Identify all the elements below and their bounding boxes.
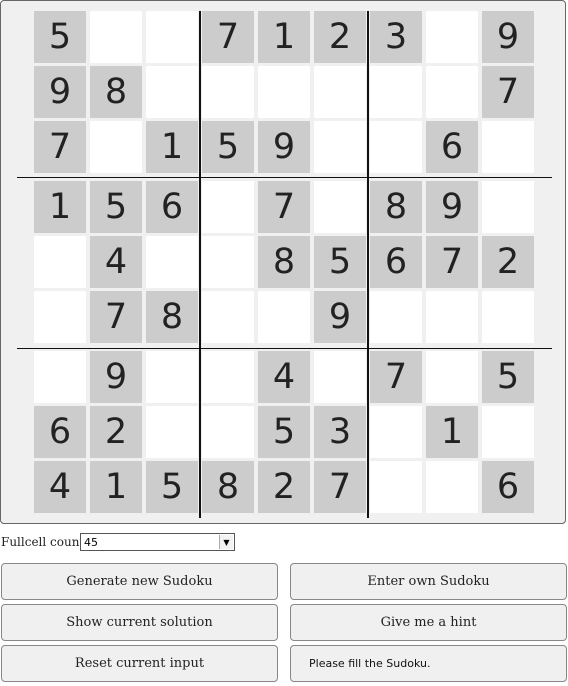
sudoku-cell-r8-c4[interactable] <box>202 406 254 458</box>
sudoku-cell-r2-c1: 9 <box>34 66 86 118</box>
fullcell-count-select[interactable]: 45 ▼ <box>80 533 235 551</box>
sudoku-cell-r5-c2: 4 <box>90 236 142 288</box>
fullcell-count-value: 45 <box>84 536 98 549</box>
fullcell-count-label: Fullcell count: <box>1 535 89 549</box>
sudoku-cell-r7-c3[interactable] <box>146 351 198 403</box>
sudoku-cell-r6-c1[interactable] <box>34 291 86 343</box>
sudoku-cell-r7-c1[interactable] <box>34 351 86 403</box>
sudoku-cell-r6-c8[interactable] <box>426 291 478 343</box>
sudoku-cell-r5-c6: 5 <box>314 236 366 288</box>
sudoku-cell-r3-c3: 1 <box>146 121 198 173</box>
sudoku-cell-r6-c9[interactable] <box>482 291 534 343</box>
sudoku-cell-r4-c7: 8 <box>370 181 422 233</box>
sudoku-cell-r8-c9[interactable] <box>482 406 534 458</box>
sudoku-cell-r4-c5: 7 <box>258 181 310 233</box>
sudoku-cell-r1-c3[interactable] <box>146 11 198 63</box>
sudoku-cell-r7-c2: 9 <box>90 351 142 403</box>
sudoku-cell-r1-c7: 3 <box>370 11 422 63</box>
sudoku-cell-r2-c8[interactable] <box>426 66 478 118</box>
sudoku-cell-r3-c5: 9 <box>258 121 310 173</box>
sudoku-cell-r7-c5: 4 <box>258 351 310 403</box>
sudoku-cell-r4-c2: 5 <box>90 181 142 233</box>
sudoku-cell-r8-c2: 2 <box>90 406 142 458</box>
sudoku-cell-r5-c8: 7 <box>426 236 478 288</box>
sudoku-cell-r4-c1: 1 <box>34 181 86 233</box>
sudoku-cell-r7-c8[interactable] <box>426 351 478 403</box>
box-divider-vertical <box>367 11 369 518</box>
sudoku-cell-r4-c3: 6 <box>146 181 198 233</box>
sudoku-cell-r2-c3[interactable] <box>146 66 198 118</box>
sudoku-cell-r8-c5: 5 <box>258 406 310 458</box>
sudoku-cell-r6-c3: 8 <box>146 291 198 343</box>
status-message: Please fill the Sudoku. <box>290 645 567 682</box>
sudoku-cell-r6-c6: 9 <box>314 291 366 343</box>
sudoku-cell-r2-c7[interactable] <box>370 66 422 118</box>
sudoku-cell-r4-c6[interactable] <box>314 181 366 233</box>
sudoku-cell-r8-c6: 3 <box>314 406 366 458</box>
sudoku-cell-r2-c5[interactable] <box>258 66 310 118</box>
sudoku-cell-r6-c5[interactable] <box>258 291 310 343</box>
sudoku-cell-r3-c6[interactable] <box>314 121 366 173</box>
sudoku-cell-r3-c9[interactable] <box>482 121 534 173</box>
sudoku-cell-r9-c2: 1 <box>90 461 142 513</box>
sudoku-cell-r5-c9: 2 <box>482 236 534 288</box>
sudoku-cell-r9-c9: 6 <box>482 461 534 513</box>
sudoku-cell-r1-c4: 7 <box>202 11 254 63</box>
sudoku-cell-r2-c2: 8 <box>90 66 142 118</box>
sudoku-cell-r4-c9[interactable] <box>482 181 534 233</box>
hint-button[interactable]: Give me a hint <box>290 604 567 641</box>
sudoku-cell-r9-c6: 7 <box>314 461 366 513</box>
sudoku-cell-r8-c7[interactable] <box>370 406 422 458</box>
sudoku-cell-r8-c3[interactable] <box>146 406 198 458</box>
sudoku-cell-r4-c4[interactable] <box>202 181 254 233</box>
sudoku-cell-r5-c7: 6 <box>370 236 422 288</box>
sudoku-cell-r1-c2[interactable] <box>90 11 142 63</box>
sudoku-cell-r1-c1: 5 <box>34 11 86 63</box>
sudoku-cell-r2-c9: 7 <box>482 66 534 118</box>
box-divider-vertical <box>199 11 201 518</box>
sudoku-cell-r7-c9: 5 <box>482 351 534 403</box>
sudoku-cell-r7-c6[interactable] <box>314 351 366 403</box>
sudoku-cell-r1-c9: 9 <box>482 11 534 63</box>
sudoku-cell-r5-c4[interactable] <box>202 236 254 288</box>
sudoku-cell-r3-c2[interactable] <box>90 121 142 173</box>
sudoku-cell-r9-c4: 8 <box>202 461 254 513</box>
sudoku-cell-r8-c8: 1 <box>426 406 478 458</box>
sudoku-cell-r6-c7[interactable] <box>370 291 422 343</box>
enter-own-sudoku-button[interactable]: Enter own Sudoku <box>290 563 567 600</box>
sudoku-cell-r6-c4[interactable] <box>202 291 254 343</box>
reset-input-button[interactable]: Reset current input <box>1 645 278 682</box>
sudoku-cell-r4-c8: 9 <box>426 181 478 233</box>
sudoku-cell-r2-c4[interactable] <box>202 66 254 118</box>
sudoku-board: 5712399877159615678948567278994756253141… <box>0 0 566 524</box>
sudoku-cell-r8-c1: 6 <box>34 406 86 458</box>
box-divider-horizontal <box>17 348 552 349</box>
sudoku-cell-r6-c2: 7 <box>90 291 142 343</box>
sudoku-cell-r1-c6: 2 <box>314 11 366 63</box>
sudoku-cell-r1-c5: 1 <box>258 11 310 63</box>
sudoku-cell-r7-c7: 7 <box>370 351 422 403</box>
box-divider-horizontal <box>17 177 552 178</box>
sudoku-cell-r3-c1: 7 <box>34 121 86 173</box>
sudoku-cell-r7-c4[interactable] <box>202 351 254 403</box>
sudoku-cell-r5-c5: 8 <box>258 236 310 288</box>
chevron-down-icon: ▼ <box>219 535 233 549</box>
sudoku-cell-r9-c5: 2 <box>258 461 310 513</box>
sudoku-cell-r5-c1[interactable] <box>34 236 86 288</box>
generate-new-sudoku-button[interactable]: Generate new Sudoku <box>1 563 278 600</box>
sudoku-cell-r9-c8[interactable] <box>426 461 478 513</box>
show-solution-button[interactable]: Show current solution <box>1 604 278 641</box>
sudoku-cell-r2-c6[interactable] <box>314 66 366 118</box>
sudoku-cell-r9-c1: 4 <box>34 461 86 513</box>
sudoku-cell-r3-c4: 5 <box>202 121 254 173</box>
sudoku-cell-r3-c7[interactable] <box>370 121 422 173</box>
sudoku-cell-r3-c8: 6 <box>426 121 478 173</box>
sudoku-cell-r1-c8[interactable] <box>426 11 478 63</box>
sudoku-cell-r9-c3: 5 <box>146 461 198 513</box>
sudoku-cell-r9-c7[interactable] <box>370 461 422 513</box>
sudoku-cell-r5-c3[interactable] <box>146 236 198 288</box>
